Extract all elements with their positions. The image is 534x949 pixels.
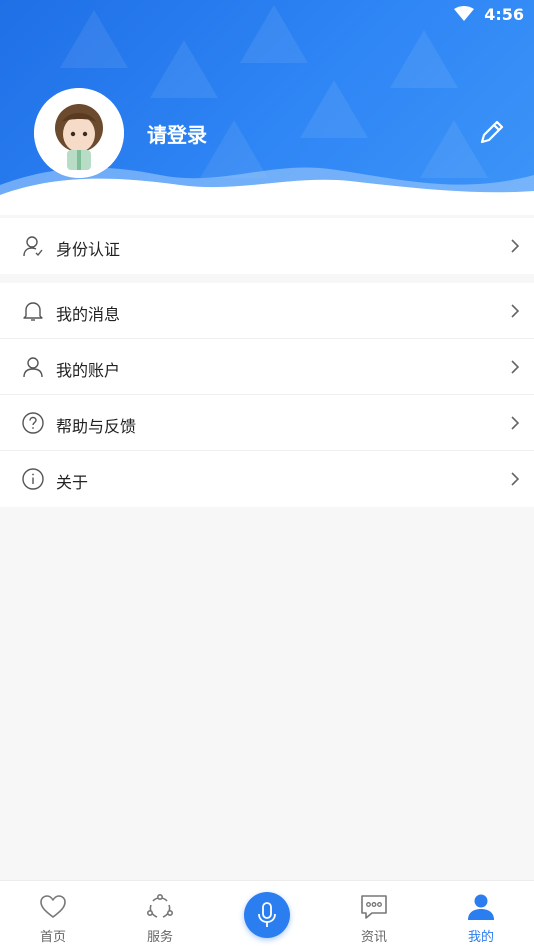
header-pattern	[300, 80, 368, 138]
menu-item-label: 帮助与反馈	[56, 417, 137, 436]
tab-service[interactable]: 服务	[107, 881, 213, 949]
menu-item-about[interactable]: 关于	[0, 451, 534, 507]
menu-item-help[interactable]: 帮助与反馈	[0, 395, 534, 451]
heart-icon	[40, 895, 66, 918]
help-icon	[22, 412, 44, 434]
status-time: 4:56	[484, 5, 524, 24]
tab-mine[interactable]: 我的	[428, 881, 534, 949]
chevron-right-icon	[511, 416, 520, 430]
wifi-icon	[454, 6, 474, 21]
chevron-right-icon	[511, 360, 520, 374]
info-icon	[22, 468, 44, 490]
microphone-icon	[258, 902, 276, 927]
chevron-right-icon	[511, 472, 520, 486]
bell-icon	[23, 302, 43, 321]
login-prompt[interactable]: 请登录	[147, 119, 207, 148]
avatar[interactable]	[34, 88, 124, 178]
tab-home[interactable]: 首页	[0, 881, 106, 949]
service-icon	[146, 893, 173, 918]
profile-icon	[468, 894, 494, 920]
avatar-image	[34, 88, 124, 178]
menu-section-main: 我的消息 我的账户 帮助与反馈 关于	[0, 283, 534, 507]
id-verify-icon	[23, 236, 43, 257]
header-pattern	[390, 30, 458, 88]
tab-label: 资讯	[360, 930, 387, 945]
status-bar: 4:56	[0, 0, 534, 30]
chevron-right-icon	[511, 304, 520, 318]
user-icon	[23, 357, 43, 378]
menu-item-label: 我的账户	[56, 361, 121, 380]
menu-item-label: 关于	[56, 473, 89, 492]
tab-label: 服务	[146, 930, 173, 945]
tab-label: 首页	[39, 930, 66, 945]
edit-icon[interactable]	[477, 117, 507, 147]
bottom-tab-bar: 首页 服务 资讯 我的	[0, 880, 534, 949]
menu-item-identity[interactable]: 身份认证	[0, 218, 534, 274]
chat-icon	[361, 895, 387, 919]
tab-news[interactable]: 资讯	[321, 881, 427, 949]
voice-button[interactable]	[244, 892, 290, 938]
chevron-right-icon	[511, 239, 520, 253]
menu-item-label: 我的消息	[56, 305, 121, 324]
menu-item-account[interactable]: 我的账户	[0, 339, 534, 395]
tab-label: 我的	[467, 930, 494, 945]
menu-item-messages[interactable]: 我的消息	[0, 283, 534, 339]
header-pattern	[150, 40, 218, 98]
menu-section-identity: 身份认证	[0, 218, 534, 274]
menu-item-label: 身份认证	[56, 240, 121, 259]
